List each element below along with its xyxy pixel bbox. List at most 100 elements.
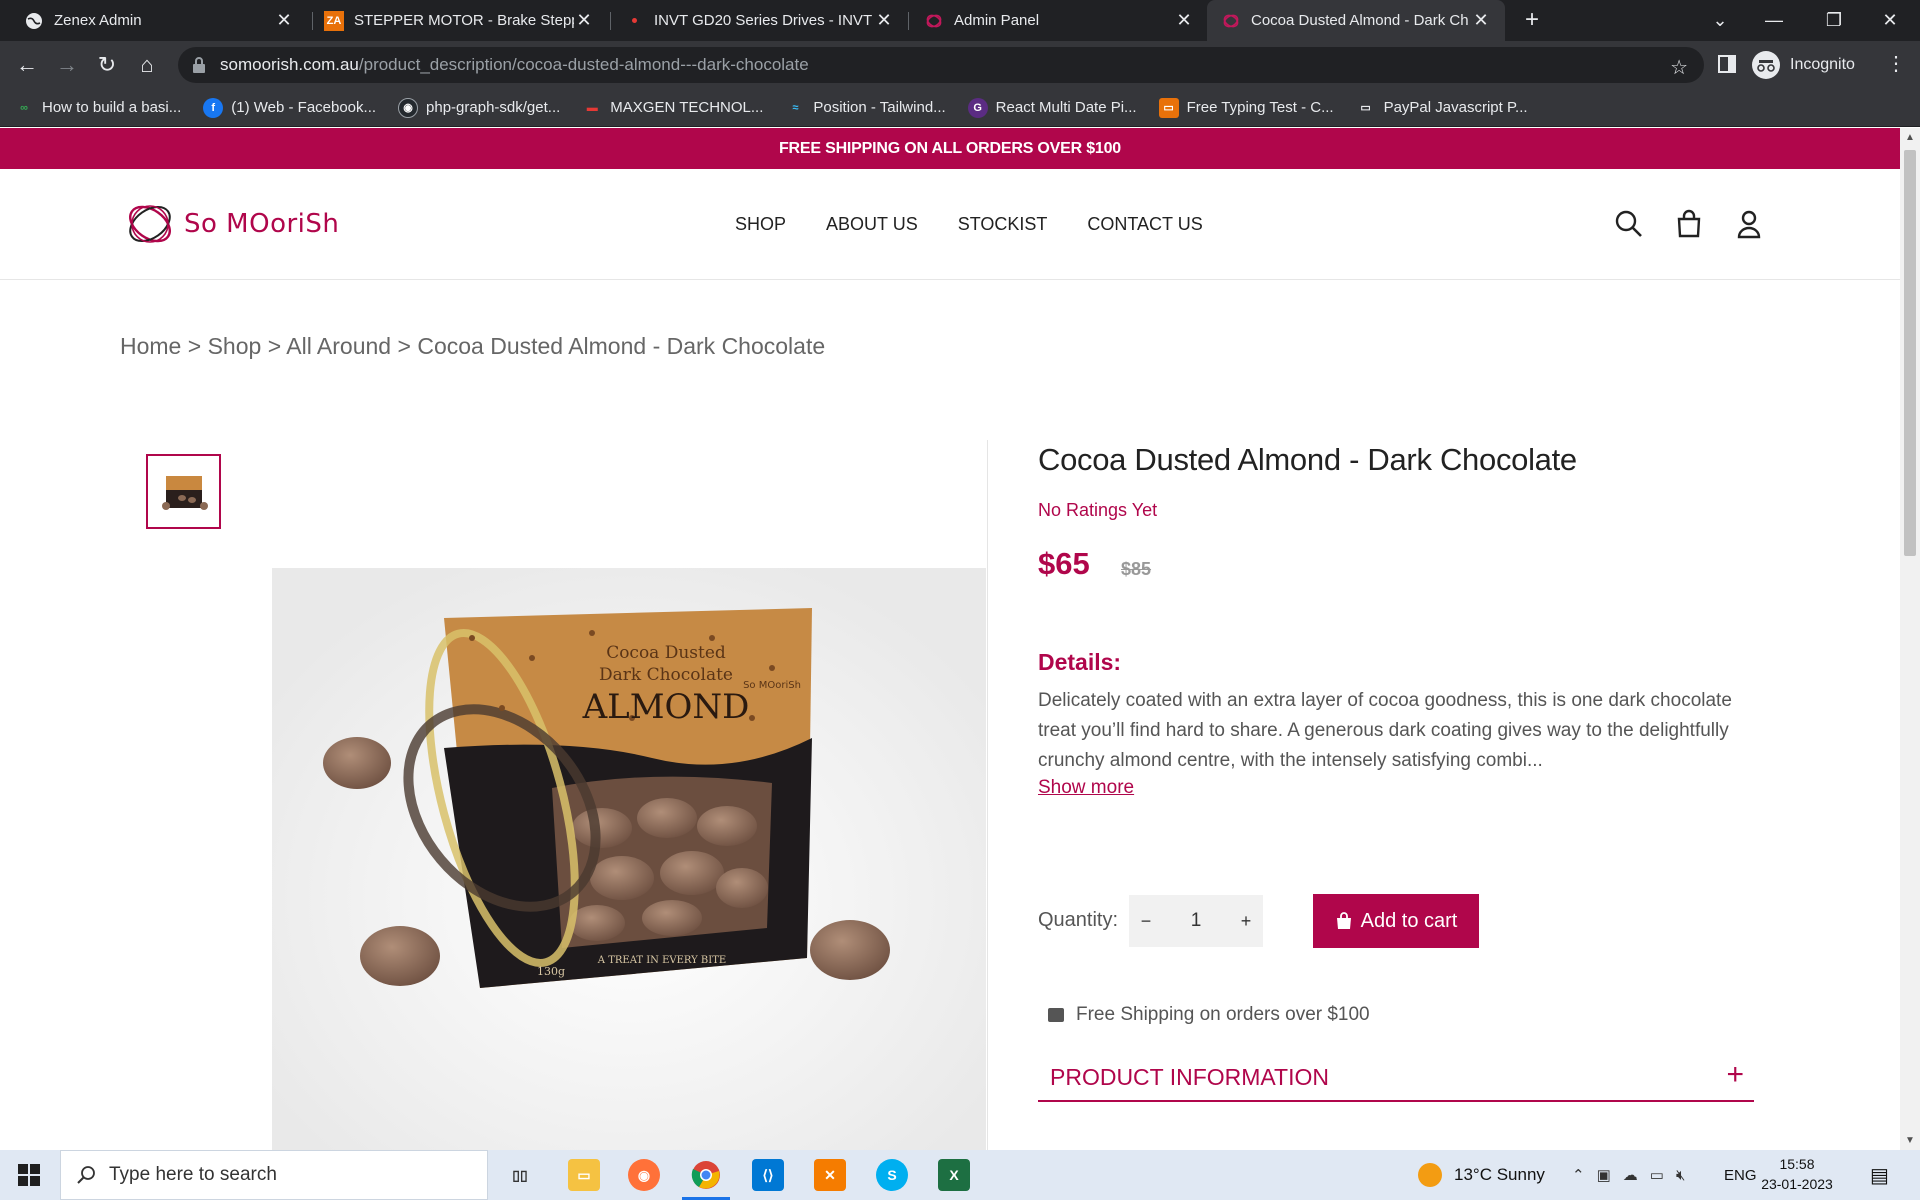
- quantity-stepper: − 1 +: [1129, 895, 1263, 947]
- xampp-icon[interactable]: ✕: [814, 1159, 846, 1191]
- logo-text: So MOoriSh: [184, 209, 340, 239]
- language-text: ENG: [1724, 1166, 1757, 1184]
- tab-invt-drives[interactable]: INVT GD20 Series Drives - INVT C ✕: [610, 0, 908, 41]
- decrement-button[interactable]: −: [1129, 911, 1163, 932]
- cart-bag-icon[interactable]: [1674, 209, 1704, 239]
- meet-icon[interactable]: ▣: [1597, 1166, 1611, 1184]
- account-icon[interactable]: [1734, 209, 1764, 239]
- minimize-button[interactable]: —: [1744, 0, 1804, 41]
- expand-plus-icon[interactable]: +: [1726, 1058, 1744, 1092]
- tailwind-icon: ≈: [792, 101, 799, 114]
- taskbar-search-box[interactable]: Type here to search: [60, 1150, 488, 1200]
- restore-button[interactable]: ❐: [1804, 0, 1864, 41]
- bookmark-item[interactable]: ▭ Free Typing Test - C...: [1158, 97, 1334, 118]
- site-logo[interactable]: So MOoriSh: [124, 199, 339, 249]
- breadcrumb-home[interactable]: Home: [120, 333, 181, 359]
- bookmark-label: php-graph-sdk/get...: [426, 99, 561, 116]
- bookmark-item[interactable]: G React Multi Date Pi...: [967, 97, 1137, 118]
- language-indicator[interactable]: ENG: [1724, 1150, 1757, 1200]
- ratings-text: No Ratings Yet: [1038, 500, 1158, 520]
- bookmark-star-icon[interactable]: ☆: [1670, 55, 1688, 80]
- nav-about-us[interactable]: ABOUT US: [826, 214, 918, 235]
- quantity-value[interactable]: 1: [1163, 910, 1229, 932]
- profile-label: Incognito: [1790, 56, 1855, 73]
- bookmark-item[interactable]: ∞ How to build a basi...: [14, 98, 181, 118]
- windows-start-icon[interactable]: [18, 1164, 40, 1186]
- task-view-icon[interactable]: ▯▯: [504, 1159, 536, 1191]
- add-to-cart-button[interactable]: Add to cart: [1313, 894, 1479, 948]
- skype-icon[interactable]: S: [876, 1159, 908, 1191]
- close-tab-icon[interactable]: ✕: [1471, 10, 1491, 31]
- weather-widget[interactable]: 13°C Sunny: [1418, 1150, 1545, 1200]
- bookmark-label: (1) Web - Facebook...: [231, 99, 377, 116]
- search-icon[interactable]: [1614, 209, 1644, 239]
- home-icon[interactable]: ⌂: [132, 50, 162, 80]
- typing-icon: ▭: [1158, 97, 1179, 118]
- file-explorer-icon[interactable]: ▭: [568, 1159, 600, 1191]
- firefox-icon[interactable]: ◉: [628, 1159, 660, 1191]
- notifications-icon[interactable]: ▤: [1870, 1150, 1889, 1200]
- onedrive-icon[interactable]: ☁: [1623, 1166, 1638, 1184]
- tab-admin-panel[interactable]: Admin Panel ✕: [910, 0, 1208, 41]
- browser-tab-strip: Zenex Admin ✕ ZA STEPPER MOTOR - Brake S…: [0, 0, 1920, 41]
- page-scrollbar[interactable]: ▲ ▼: [1900, 128, 1920, 1150]
- product-information-accordion[interactable]: PRODUCT INFORMATION +: [1038, 1050, 1754, 1102]
- address-bar[interactable]: somoorish.com.au/product_description/coc…: [178, 47, 1704, 83]
- product-price: $65: [1038, 546, 1090, 581]
- close-tab-icon[interactable]: ✕: [874, 10, 894, 31]
- chevron-up-icon[interactable]: ⌃: [1572, 1166, 1585, 1184]
- bookmark-label: React Multi Date Pi...: [995, 99, 1137, 116]
- scroll-thumb[interactable]: [1904, 150, 1916, 556]
- bookmark-item[interactable]: ◉ php-graph-sdk/get...: [398, 97, 561, 118]
- tray-icons[interactable]: ⌃ ▣ ☁ ▭ 🔇︎: [1572, 1150, 1697, 1200]
- tab-search-icon[interactable]: ⌄: [1690, 0, 1750, 41]
- bookmark-item[interactable]: ≈ Position - Tailwind...: [785, 98, 945, 118]
- bookmark-item[interactable]: f (1) Web - Facebook...: [203, 97, 377, 118]
- bookmark-label: Position - Tailwind...: [813, 99, 946, 116]
- back-icon[interactable]: ←: [12, 50, 42, 80]
- bookmark-label: How to build a basi...: [42, 99, 182, 116]
- breadcrumb: Home > Shop > All Around > Cocoa Dusted …: [120, 333, 825, 360]
- clock-date: 23-01-2023: [1761, 1176, 1833, 1192]
- tab-stepper-motor[interactable]: ZA STEPPER MOTOR - Brake Stepper ✕: [310, 0, 608, 41]
- add-to-cart-label: Add to cart: [1360, 909, 1458, 932]
- close-tab-icon[interactable]: ✕: [574, 10, 594, 31]
- new-tab-button[interactable]: +: [1518, 5, 1546, 35]
- accordion-label: PRODUCT INFORMATION: [1050, 1064, 1329, 1090]
- excel-icon[interactable]: X: [938, 1159, 970, 1191]
- paypal-icon: ▭: [1360, 102, 1371, 114]
- forward-icon[interactable]: →: [52, 50, 82, 80]
- vscode-icon[interactable]: ⟨⟩: [752, 1159, 784, 1191]
- menu-kebab-icon[interactable]: ⋮: [1886, 51, 1906, 76]
- network-icon[interactable]: ▭: [1650, 1166, 1664, 1184]
- side-panel-icon[interactable]: [1718, 55, 1736, 73]
- show-more-link[interactable]: Show more: [1038, 777, 1134, 799]
- nav-contact-us[interactable]: CONTACT US: [1087, 214, 1202, 235]
- nav-shop[interactable]: SHOP: [735, 214, 786, 235]
- bookmark-item[interactable]: ▬ MAXGEN TECHNOL...: [582, 98, 764, 118]
- close-tab-icon[interactable]: ✕: [274, 10, 294, 31]
- product-thumbnail[interactable]: [146, 454, 221, 529]
- volume-muted-icon[interactable]: 🔇︎: [1676, 1167, 1685, 1184]
- tab-cocoa-almond[interactable]: Cocoa Dusted Almond - Dark Ch ✕: [1207, 0, 1505, 41]
- nav-stockist[interactable]: STOCKIST: [958, 214, 1048, 235]
- breadcrumb-shop[interactable]: Shop: [208, 333, 262, 359]
- bookmarks-bar: ∞ How to build a basi... f (1) Web - Faceb…: [0, 89, 1920, 127]
- box-tagline: A TREAT IN EVERY BITE: [597, 955, 726, 966]
- scroll-down-icon[interactable]: ▼: [1905, 1135, 1915, 1146]
- close-tab-icon[interactable]: ✕: [1174, 10, 1194, 31]
- tab-zenex-admin[interactable]: Zenex Admin ✕: [10, 0, 308, 41]
- incognito-indicator[interactable]: Incognito: [1752, 47, 1855, 83]
- main-nav: SHOP ABOUT US STOCKIST CONTACT US: [735, 169, 1243, 280]
- close-window-button[interactable]: ✕: [1860, 0, 1920, 41]
- product-image: Cocoa Dusted Dark Chocolate ALMOND So MO…: [272, 568, 986, 1150]
- promo-banner: FREE SHIPPING ON ALL ORDERS OVER $100: [0, 128, 1900, 169]
- system-clock[interactable]: 15:58 23-01-2023: [1754, 1154, 1840, 1194]
- scroll-up-icon[interactable]: ▲: [1905, 132, 1915, 143]
- gallery-divider: [987, 440, 988, 1150]
- bookmark-item[interactable]: ▭ PayPal Javascript P...: [1356, 98, 1527, 118]
- increment-button[interactable]: +: [1229, 911, 1263, 932]
- chrome-icon[interactable]: [682, 1159, 730, 1200]
- breadcrumb-all-around[interactable]: All Around: [286, 333, 391, 359]
- reload-icon[interactable]: ↻: [92, 50, 122, 80]
